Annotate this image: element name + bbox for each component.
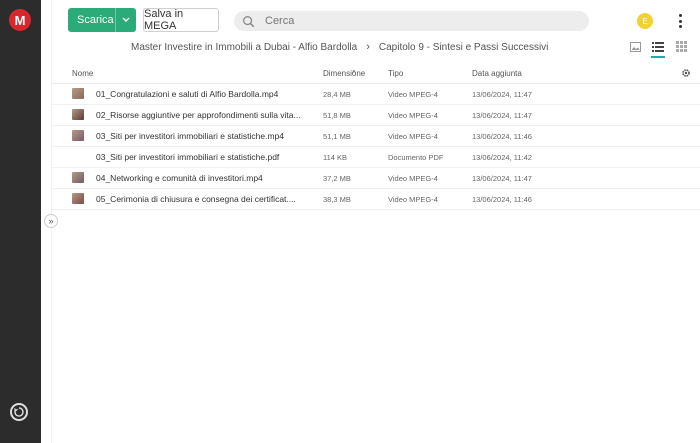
file-type: Video MPEG-4 (388, 90, 438, 99)
search-bar[interactable] (234, 11, 589, 31)
table-row[interactable]: 01_Congratulazioni e saluti di Alfio Bar… (52, 84, 700, 105)
save-to-mega-button[interactable]: Salva in MEGA (143, 8, 219, 32)
file-type: Video MPEG-4 (388, 111, 438, 120)
column-size[interactable]: Dimensione (323, 69, 365, 78)
more-options-icon[interactable] (676, 12, 684, 30)
active-view-indicator (651, 56, 665, 58)
file-name: 04_Networking e comunità di investitori.… (96, 173, 263, 183)
file-type: Video MPEG-4 (388, 132, 438, 141)
file-name: 01_Congratulazioni e saluti di Alfio Bar… (96, 89, 279, 99)
table-row[interactable]: 03_Siti per investitori immobiliari e st… (52, 126, 700, 147)
breadcrumb: Master Investire in Immobili a Dubai - A… (131, 41, 548, 53)
breadcrumb-item-current[interactable]: Capitolo 9 - Sintesi e Passi Successivi (379, 42, 549, 53)
mega-logo[interactable]: M (9, 9, 31, 31)
file-name: 03_Siti per investitori immobiliari e st… (96, 152, 280, 162)
file-name: 02_Risorse aggiuntive per approfondiment… (96, 110, 301, 120)
left-sidebar: M (0, 0, 41, 443)
chevron-right-icon: › (366, 41, 370, 53)
grid-view-icon[interactable] (674, 40, 688, 53)
column-settings-icon[interactable] (681, 68, 691, 78)
download-label: Scarica (77, 14, 114, 26)
file-type: Documento PDF (388, 153, 444, 162)
column-type[interactable]: Tipo (388, 69, 403, 78)
file-date: 13/06/2024, 11:47 (472, 111, 532, 120)
breadcrumb-item-folder[interactable]: Master Investire in Immobili a Dubai - A… (131, 42, 357, 53)
file-date: 13/06/2024, 11:46 (472, 132, 532, 141)
file-name: 05_Cerimonia di chiusura e consegna dei … (96, 194, 296, 204)
video-thumbnail-icon (72, 193, 84, 204)
file-size: 37,2 MB (323, 174, 351, 183)
column-date[interactable]: Data aggiunta (472, 69, 522, 78)
video-thumbnail-icon (72, 109, 84, 120)
file-date: 13/06/2024, 11:42 (472, 153, 532, 162)
search-input[interactable] (263, 14, 567, 28)
table-row[interactable]: 03_Siti per investitori immobiliari e st… (52, 147, 700, 168)
video-thumbnail-icon (72, 130, 84, 141)
file-date: 13/06/2024, 11:47 (472, 174, 532, 183)
chevron-down-icon[interactable] (115, 8, 136, 32)
table-row[interactable]: 05_Cerimonia di chiusura e consegna dei … (52, 189, 700, 210)
file-type: Video MPEG-4 (388, 174, 438, 183)
file-size: 28,4 MB (323, 90, 351, 99)
video-thumbnail-icon (72, 88, 84, 99)
file-type: Video MPEG-4 (388, 195, 438, 204)
thumbnail-view-icon[interactable] (628, 40, 642, 53)
table-row[interactable]: 04_Networking e comunità di investitori.… (52, 168, 700, 189)
expand-tree-icon[interactable]: » (44, 214, 58, 228)
avatar[interactable]: E (637, 13, 653, 29)
file-size: 114 KB (323, 153, 348, 162)
video-thumbnail-icon (72, 172, 84, 183)
table-row[interactable]: 02_Risorse aggiuntive per approfondiment… (52, 105, 700, 126)
column-name[interactable]: Nome (72, 69, 93, 78)
download-button[interactable]: Scarica (68, 8, 136, 32)
file-size: 51,8 MB (323, 111, 351, 120)
file-size: 38,3 MB (323, 195, 351, 204)
file-date: 13/06/2024, 11:46 (472, 195, 532, 204)
list-view-icon[interactable] (651, 40, 665, 53)
file-date: 13/06/2024, 11:47 (472, 90, 532, 99)
file-name: 03_Siti per investitori immobiliari e st… (96, 131, 285, 141)
search-icon (243, 15, 255, 27)
file-size: 51,1 MB (323, 132, 351, 141)
sync-icon[interactable] (10, 403, 28, 421)
table-header: Nome ^ Dimensione Tipo Data aggiunta (52, 64, 700, 84)
